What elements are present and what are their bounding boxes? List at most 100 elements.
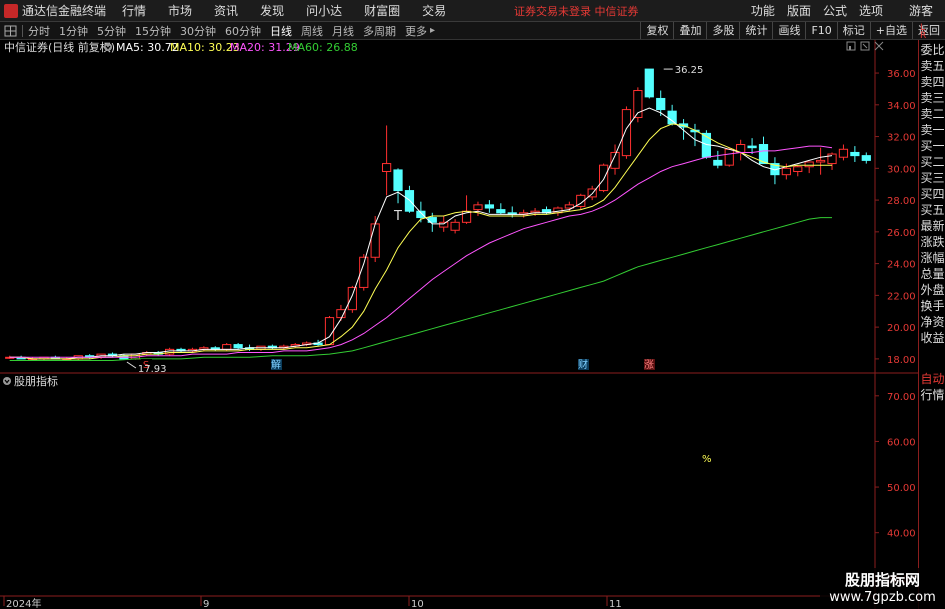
quote-field-4[interactable]: 卖二 — [919, 106, 945, 122]
candle-body — [598, 164, 609, 192]
event-markers: S解财涨 — [141, 358, 655, 371]
date-tick-label: 11 — [609, 599, 622, 609]
watermark-url: www.7gpzb.com — [829, 590, 936, 605]
quote-field-19[interactable]: 自动 — [919, 371, 945, 387]
candle — [770, 157, 780, 185]
tool-overlay[interactable]: 叠加 — [673, 22, 706, 39]
quote-field-3[interactable]: 卖三 — [919, 90, 945, 106]
menu-formula[interactable]: 公式 — [823, 2, 847, 19]
price-tick-label: 22.00 — [887, 291, 916, 302]
candle — [861, 152, 871, 164]
candle — [621, 106, 632, 159]
tool-mark[interactable]: 标记 — [836, 22, 870, 39]
period-30min[interactable]: 30分钟 — [180, 23, 216, 39]
event-marker-label: 财 — [578, 358, 588, 371]
chevron-right-icon[interactable]: ▸ — [430, 25, 435, 36]
candle — [176, 347, 186, 353]
quote-field-10[interactable]: 买五 — [919, 202, 945, 218]
tool-stats[interactable]: 统计 — [739, 22, 772, 39]
period-monthly[interactable]: 月线 — [332, 23, 354, 39]
chart-settings-icon[interactable] — [104, 43, 112, 51]
app-name: 通达信金融终端 — [22, 4, 107, 18]
period-1min[interactable]: 1分钟 — [59, 23, 88, 39]
candle-body — [233, 344, 243, 349]
candle — [450, 219, 460, 234]
sub-chart-icon[interactable] — [846, 41, 856, 51]
quote-field-15[interactable]: 外盘 — [919, 282, 945, 298]
candle — [815, 147, 826, 175]
quote-field-5[interactable]: 卖一 — [919, 122, 945, 138]
menu-market[interactable]: 市场 — [168, 2, 192, 19]
candle — [793, 165, 803, 177]
menu-ask[interactable]: 问小达 — [306, 2, 342, 19]
grid-view-icon[interactable] — [4, 25, 18, 37]
price-tick-label: 28.00 — [887, 196, 916, 207]
menu-options[interactable]: 选项 — [859, 2, 883, 19]
period-60min[interactable]: 60分钟 — [225, 23, 261, 39]
candle — [667, 104, 677, 126]
candle — [404, 185, 415, 213]
quote-field-18[interactable]: 收益 — [919, 330, 945, 346]
app-logo-icon — [4, 3, 18, 18]
quote-field-7[interactable]: 买二 — [919, 154, 945, 170]
candle — [381, 125, 392, 196]
period-5min[interactable]: 5分钟 — [97, 23, 126, 39]
quote-field-17[interactable]: 净资 — [919, 314, 945, 330]
price-tick-label: 30.00 — [887, 164, 916, 175]
tool-f10[interactable]: F10 — [805, 22, 836, 39]
period-15min[interactable]: 15分钟 — [135, 23, 171, 39]
quote-field-14[interactable]: 总量 — [919, 266, 945, 282]
quote-field-2[interactable]: 卖四 — [919, 74, 945, 90]
tool-adjust[interactable]: 复权 — [640, 22, 673, 39]
menu-news[interactable]: 资讯 — [214, 2, 238, 19]
tool-multi-stock[interactable]: 多股 — [706, 22, 739, 39]
quote-field-1[interactable]: 卖五 — [919, 58, 945, 74]
menu-discover[interactable]: 发现 — [260, 2, 284, 19]
period-weekly[interactable]: 周线 — [301, 23, 323, 39]
indicator-tick-label: 50.00 — [887, 483, 916, 494]
quote-field-9[interactable]: 买四 — [919, 186, 945, 202]
menu-wealth-circle[interactable]: 财富圈 — [364, 2, 400, 19]
menu-trade[interactable]: 交易 — [422, 2, 446, 19]
t-marker: T — [393, 209, 402, 224]
ma60-value: MA60: 26.88 — [288, 41, 358, 54]
stock-chart[interactable]: 36.00 34.00 32.00 30.00 28.00 26.00 24.00 22.00… — [0, 40, 918, 609]
indicator-percent-label: % — [702, 454, 712, 465]
quote-field-20[interactable]: 行情 — [919, 387, 945, 403]
login-status[interactable]: 证券交易未登录 中信证券 — [514, 3, 639, 19]
period-multi[interactable]: 多周期 — [363, 23, 396, 39]
expand-icon[interactable] — [860, 41, 870, 51]
quote-field-8[interactable]: 买三 — [919, 170, 945, 186]
close-icon[interactable] — [874, 41, 884, 51]
period-daily[interactable]: 日线 — [270, 23, 292, 39]
quote-field-12[interactable]: 涨跌 — [919, 234, 945, 250]
candle-body — [781, 167, 791, 176]
quote-field-0[interactable]: 委比 — [919, 42, 945, 58]
quote-field-6[interactable]: 买一 — [919, 138, 945, 154]
price-tick-label: 18.00 — [887, 355, 916, 366]
user-guest[interactable]: 游客 — [909, 2, 933, 19]
chart-title: 中信证券(日线 前复权) — [4, 40, 115, 54]
candle — [713, 150, 723, 169]
candle — [484, 200, 495, 213]
tool-draw[interactable]: 画线 — [772, 22, 805, 39]
menu-quotes[interactable]: 行情 — [122, 2, 146, 19]
candle-body — [815, 159, 826, 163]
menu-function[interactable]: 功能 — [751, 2, 775, 19]
candle — [233, 343, 243, 350]
period-intraday[interactable]: 分时 — [28, 23, 50, 39]
quote-field-11[interactable]: 最新 — [919, 218, 945, 234]
candle-body — [484, 204, 495, 209]
menu-layout[interactable]: 版面 — [787, 2, 811, 19]
candle — [678, 119, 689, 140]
period-more[interactable]: 更多 — [405, 23, 427, 39]
candle — [210, 346, 220, 351]
price-tick-label: 32.00 — [887, 133, 916, 144]
indicator-name: 股朋指标 — [14, 374, 58, 388]
indicator-settings-icon[interactable] — [3, 377, 11, 385]
candle-body — [793, 166, 803, 173]
candle-body — [496, 209, 506, 214]
quote-field-13[interactable]: 涨幅 — [919, 250, 945, 266]
quote-field-16[interactable]: 换手 — [919, 298, 945, 314]
tool-add-watchlist[interactable]: +自选 — [869, 22, 912, 39]
